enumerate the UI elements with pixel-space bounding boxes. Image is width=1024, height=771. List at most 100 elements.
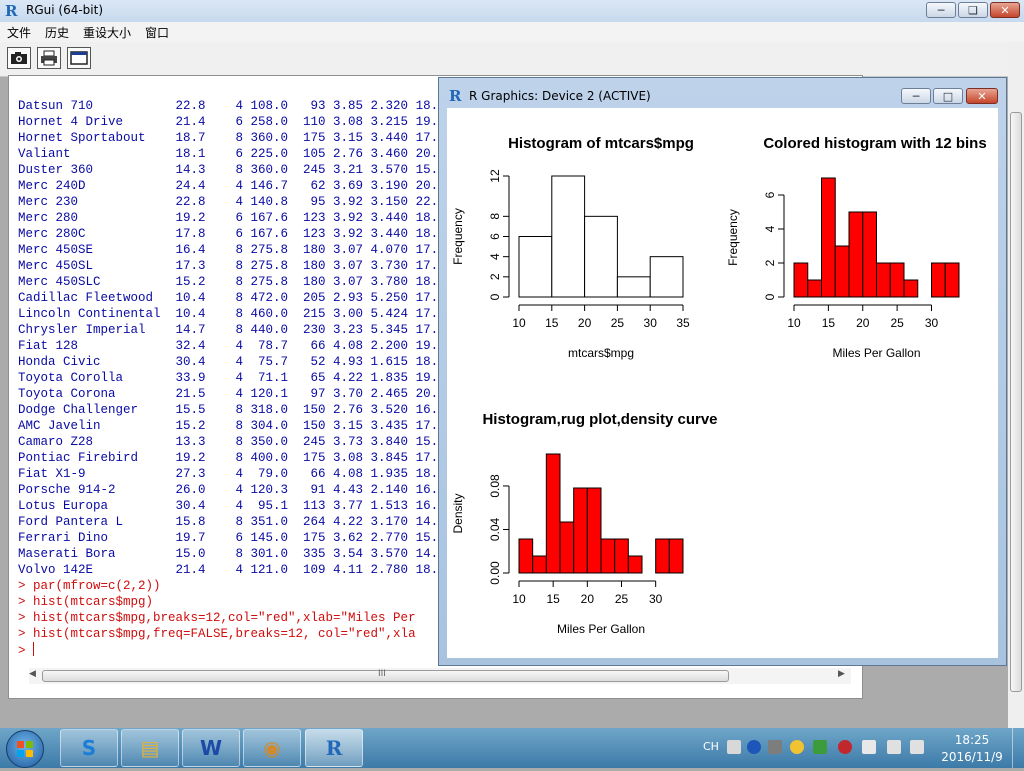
main-vertical-scroll-thumb[interactable] <box>1010 112 1022 692</box>
main-vertical-scrollbar[interactable] <box>1008 42 1024 728</box>
taskbar-explorer[interactable]: ▤ <box>121 729 179 767</box>
show-desktop-button[interactable] <box>1012 728 1024 768</box>
console-prompt[interactable]: > <box>18 642 438 659</box>
network-icon[interactable] <box>910 740 924 754</box>
close-button[interactable]: ✕ <box>990 2 1020 18</box>
console-horizontal-scroll-thumb[interactable]: III <box>42 669 729 682</box>
y-tick-label: 6 <box>488 233 502 240</box>
tray-app-icon[interactable] <box>813 740 827 754</box>
camera-icon <box>11 52 27 64</box>
menu-resize[interactable]: 重设大小 <box>83 24 131 41</box>
keyboard-icon[interactable] <box>727 740 741 754</box>
histogram-bar <box>848 211 864 298</box>
histogram-bar <box>793 262 809 298</box>
histogram-bar <box>573 487 588 574</box>
console-horizontal-scrollbar[interactable]: ◀ III ▶ <box>29 668 851 684</box>
taskbar-paint[interactable]: ◉ <box>243 729 301 767</box>
tray-settings-icon[interactable] <box>768 740 782 754</box>
y-tick-label: 4 <box>763 225 777 232</box>
x-axis-label: Miles Per Gallon <box>557 622 645 636</box>
y-tick-label: 2 <box>488 273 502 280</box>
copy-image-button[interactable] <box>7 47 31 69</box>
x-tick-label: 25 <box>615 592 629 606</box>
graphics-maximize-button[interactable]: □ <box>933 88 963 104</box>
tray-language[interactable]: CH <box>703 740 719 753</box>
start-button[interactable] <box>6 730 44 768</box>
graphics-minimize-button[interactable]: ─ <box>901 88 931 104</box>
menu-history[interactable]: 历史 <box>45 24 69 41</box>
printer-icon <box>41 50 57 66</box>
clock-date[interactable]: 2016/11/9 <box>938 750 1006 764</box>
console-row: Merc 280C 17.8 6 167.6 123 3.92 3.440 18… <box>18 227 439 241</box>
x-tick-label: 30 <box>649 592 663 606</box>
taskbar-word[interactable]: W <box>182 729 240 767</box>
histogram-bar <box>889 262 905 298</box>
console-row: Lincoln Continental 10.4 8 460.0 215 3.0… <box>18 307 439 321</box>
console-row: Datsun 710 22.8 4 108.0 93 3.85 2.320 18… <box>18 99 439 113</box>
rgui-titlebar[interactable]: R RGui (64-bit) ─ ❏ ✕ <box>0 0 1024 22</box>
window-title: RGui (64-bit) <box>26 3 104 17</box>
r-logo-icon: R <box>449 87 462 105</box>
menu-windows[interactable]: 窗口 <box>145 24 169 41</box>
y-tick-label: 0 <box>763 293 777 300</box>
histogram-bar <box>518 538 534 574</box>
y-tick-label: 0.04 <box>488 517 502 541</box>
histogram-bar <box>876 262 891 298</box>
histogram-bar <box>834 245 850 298</box>
taskbar-r[interactable]: R <box>305 729 363 767</box>
console-row: Toyota Corolla 33.9 4 71.1 65 4.22 1.835… <box>18 371 439 385</box>
print-button[interactable] <box>37 47 61 69</box>
x-tick-label: 20 <box>856 316 870 330</box>
tray-emoji-icon[interactable] <box>790 740 804 754</box>
console-row: Chrysler Imperial 14.7 8 440.0 230 3.23 … <box>18 323 439 337</box>
x-tick-label: 10 <box>512 316 526 330</box>
menubar: 文件 历史 重设大小 窗口 <box>0 22 1024 42</box>
x-tick-label: 30 <box>925 316 939 330</box>
console-button[interactable] <box>67 47 91 69</box>
x-tick-label: 30 <box>644 316 658 330</box>
histogram-bar <box>616 276 651 298</box>
histogram-bar <box>649 256 684 298</box>
console-row: Volvo 142E 21.4 4 121.0 109 4.11 2.780 1… <box>18 563 439 577</box>
clock-time[interactable]: 18:25 <box>950 733 994 747</box>
y-tick-label: 6 <box>763 191 777 198</box>
restore-button[interactable]: ❏ <box>958 2 988 18</box>
menu-file[interactable]: 文件 <box>7 24 31 41</box>
close-icon: ✕ <box>977 90 987 103</box>
console-row: Merc 280 19.2 6 167.6 123 3.92 3.440 18. <box>18 211 439 225</box>
window-icon <box>70 51 88 65</box>
help-icon[interactable] <box>747 740 761 754</box>
console-command: > par(mfrow=c(2,2)) <box>18 579 161 593</box>
console-row: Camaro Z28 13.3 8 350.0 245 3.73 3.840 1… <box>18 435 439 449</box>
histogram-bar <box>584 215 618 298</box>
scroll-left-icon[interactable]: ◀ <box>29 669 36 679</box>
r-logo-icon: R <box>5 2 18 20</box>
console-row: Honda Civic 30.4 4 75.7 52 4.93 1.615 18… <box>18 355 439 369</box>
word-icon: W <box>199 736 223 760</box>
histogram-bar <box>931 262 946 298</box>
tray-device-icon[interactable] <box>862 740 876 754</box>
volume-icon[interactable] <box>887 740 901 754</box>
y-axis-label: Frequency <box>726 209 740 266</box>
taskbar-sogou[interactable]: S <box>60 729 118 767</box>
histogram-bar <box>551 175 586 298</box>
histogram-bar <box>655 538 670 574</box>
y-tick-label: 0.00 <box>488 561 502 585</box>
y-tick-label: 4 <box>488 253 502 260</box>
scroll-right-icon[interactable]: ▶ <box>838 669 845 679</box>
console-command: > hist(mtcars$mpg,freq=FALSE,breaks=12, … <box>18 627 416 641</box>
histogram-bar <box>586 487 602 574</box>
graphics-window[interactable]: R R Graphics: Device 2 (ACTIVE) ─ □ ✕ Hi… <box>438 77 1007 666</box>
minimize-button[interactable]: ─ <box>926 2 956 18</box>
console-command: > hist(mtcars$mpg,breaks=12,col="red",xl… <box>18 611 416 625</box>
graphics-close-button[interactable]: ✕ <box>966 88 998 104</box>
toolbar <box>0 42 1024 77</box>
console-row: Pontiac Firebird 19.2 8 400.0 175 3.08 3… <box>18 451 439 465</box>
console-row: Fiat X1-9 27.3 4 79.0 66 4.08 1.935 18. <box>18 467 439 481</box>
x-tick-label: 15 <box>545 316 559 330</box>
x-tick-label: 25 <box>611 316 625 330</box>
console-row: Maserati Bora 15.0 8 301.0 335 3.54 3.57… <box>18 547 439 561</box>
console-row: Merc 230 22.8 4 140.8 95 3.92 3.150 22. <box>18 195 439 209</box>
histogram-bar <box>903 279 919 298</box>
tray-antivirus-icon[interactable] <box>838 740 852 754</box>
